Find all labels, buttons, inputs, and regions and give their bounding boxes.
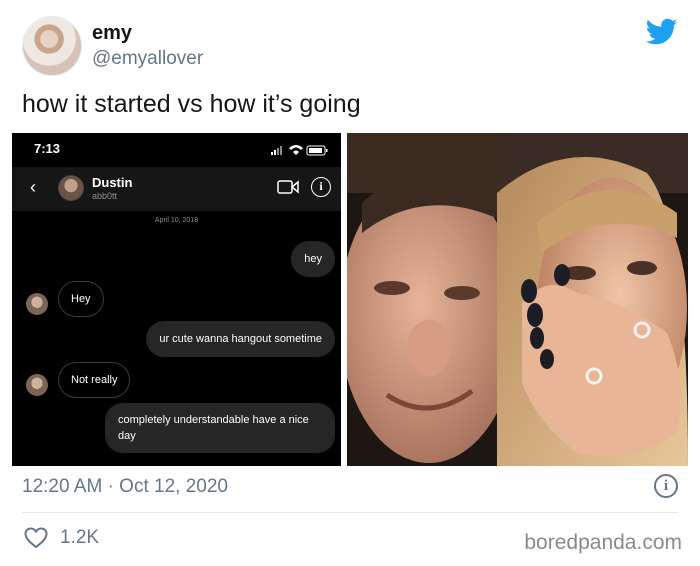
couple-selfie-photo[interactable]	[347, 133, 688, 466]
message-bubble-outgoing: hey	[291, 241, 335, 277]
avatar[interactable]	[22, 16, 82, 76]
like-count[interactable]: 1.2K	[60, 527, 99, 549]
contact-avatar[interactable]	[58, 175, 84, 201]
status-bar: 7:13	[12, 133, 341, 167]
heart-icon[interactable]	[24, 527, 48, 549]
message-bubble-outgoing: completely understandable have a nice da…	[105, 403, 335, 453]
twitter-bird-icon[interactable]	[646, 18, 678, 46]
sender-avatar	[26, 293, 48, 315]
sender-avatar	[26, 374, 48, 396]
info-icon[interactable]: i	[654, 474, 678, 498]
message-bubble-incoming: Hey	[58, 281, 104, 317]
tweet-media[interactable]: 7:13 ‹ Dustin abb0tt i April 10, 2018 he…	[12, 133, 688, 466]
user-handle[interactable]: @emyallover	[92, 48, 203, 70]
divider	[22, 512, 678, 513]
watermark: boredpanda.com	[524, 531, 682, 554]
info-icon[interactable]: i	[311, 177, 331, 197]
selfie-illustration	[347, 133, 688, 466]
display-name[interactable]: emy	[92, 22, 132, 45]
status-time: 7:13	[34, 141, 61, 156]
contact-username: abb0tt	[92, 191, 118, 201]
video-camera-icon[interactable]	[277, 179, 299, 195]
message-bubble-outgoing: ur cute wanna hangout sometime	[146, 321, 335, 357]
tweet-header: emy @emyallover	[22, 14, 682, 78]
chat-date: April 10, 2018	[154, 217, 199, 224]
contact-name[interactable]: Dustin	[92, 175, 132, 190]
message-bubble-incoming: Not really	[58, 362, 131, 398]
dm-screenshot[interactable]: 7:13 ‹ Dustin abb0tt i April 10, 2018 he…	[12, 133, 341, 466]
chevron-left-icon[interactable]: ‹	[30, 177, 36, 198]
tweet-timestamp[interactable]: 12:20 AM · Oct 12, 2020	[22, 476, 228, 498]
chat-header: ‹ Dustin abb0tt i	[12, 167, 341, 211]
tweet-text: how it started vs how it’s going	[22, 90, 361, 118]
signal-wifi-battery-icon	[271, 145, 328, 156]
